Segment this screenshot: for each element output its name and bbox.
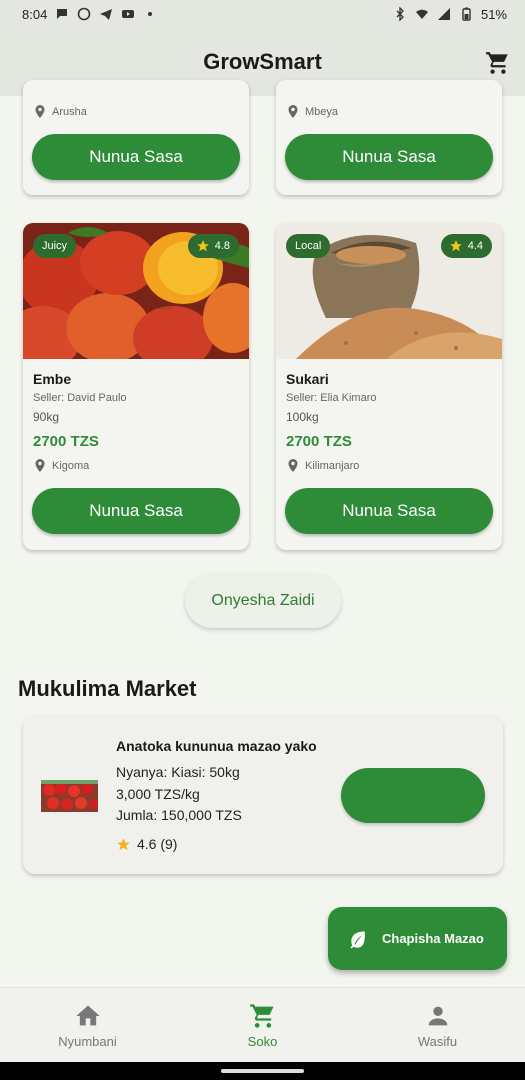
app-title: GrowSmart <box>203 49 322 74</box>
location-label: Kilimanjaro <box>305 459 360 472</box>
buy-now-button[interactable]: Nunua Sasa <box>32 488 240 534</box>
market-action-button[interactable] <box>341 768 485 823</box>
battery-level: 51% <box>480 6 507 22</box>
publish-produce-button[interactable]: Chapisha Mazao <box>328 907 507 970</box>
market-total-line: Jumla: 150,000 TZS <box>116 807 242 823</box>
location-row: Kigoma <box>35 459 89 472</box>
nav-item-soko[interactable]: Soko <box>175 988 350 1063</box>
star-icon <box>196 240 209 252</box>
market-rating-value: 4.6 (9) <box>137 836 178 852</box>
nav-label: Wasifu <box>417 1034 458 1049</box>
product-card-sukari[interactable]: Local 4.4 Sukari Seller: Elia Kimaro 100… <box>276 223 502 550</box>
home-icon <box>75 1005 100 1026</box>
dot-icon <box>148 12 153 16</box>
product-name: Embe <box>33 371 72 387</box>
rating-badge: 4.8 <box>187 234 239 258</box>
buy-now-button[interactable]: Nunua Sasa <box>285 134 493 180</box>
section-title: Mukulima Market <box>18 676 197 701</box>
rating-badge: 4.4 <box>440 234 492 258</box>
nav-label: Soko <box>247 1034 278 1049</box>
market-rating: 4.6 (9) <box>116 836 177 852</box>
cart-icon[interactable] <box>485 50 511 76</box>
product-price: 2700 TZS <box>33 433 99 450</box>
battery-icon <box>462 7 471 21</box>
location-label: Arusha <box>52 105 87 118</box>
location-pin-icon <box>288 459 298 472</box>
status-time: 8:04 <box>22 6 48 22</box>
market-price-line: 3,000 TZS/kg <box>116 786 200 802</box>
gesture-handle[interactable] <box>221 1069 304 1073</box>
location-pin-icon <box>35 105 45 118</box>
bluetooth-icon <box>396 7 404 21</box>
tag-badge: Juicy <box>33 234 77 258</box>
location-row: Kilimanjaro <box>288 459 359 472</box>
location-pin-icon <box>35 459 45 472</box>
status-bar: 8:04 51% <box>0 0 525 28</box>
location-row: Mbeya <box>288 105 338 118</box>
bottom-nav: Nyumbani Soko Wasifu <box>0 987 525 1062</box>
nav-item-wasifu[interactable]: Wasifu <box>350 988 525 1063</box>
product-price: 2700 TZS <box>286 433 352 450</box>
location-row: Arusha <box>35 105 87 118</box>
buy-now-button[interactable]: Nunua Sasa <box>285 488 493 534</box>
tomato-thumbnail <box>41 780 98 812</box>
product-name: Sukari <box>286 371 329 387</box>
fab-label: Chapisha Mazao <box>382 931 484 946</box>
rating-value: 4.8 <box>214 240 230 252</box>
person-icon <box>428 1006 447 1026</box>
product-card-top-right: Mbeya Nunua Sasa <box>276 80 502 195</box>
telegram-icon <box>100 9 113 20</box>
product-seller: Seller: Elia Kimaro <box>286 392 377 404</box>
location-label: Mbeya <box>305 105 339 118</box>
show-more-button[interactable]: Onyesha Zaidi <box>185 573 341 628</box>
nav-label: Nyumbani <box>58 1034 117 1049</box>
market-card[interactable]: Anatoka kununua mazao yako Nyanya: Kiasi… <box>23 716 503 874</box>
signal-icon <box>437 8 450 20</box>
location-label: Kigoma <box>52 459 90 472</box>
product-seller: Seller: David Paulo <box>33 392 127 404</box>
youtube-icon <box>122 10 135 18</box>
whatsapp-icon <box>78 7 91 21</box>
location-pin-icon <box>288 105 298 118</box>
product-quantity: 90kg <box>33 410 60 424</box>
market-card-title: Anatoka kununua mazao yako <box>116 738 317 754</box>
rating-value: 4.4 <box>467 240 483 252</box>
cart-icon <box>249 1004 273 1028</box>
star-icon <box>449 240 462 252</box>
market-item-line: Nyanya: Kiasi: 50kg <box>116 764 240 780</box>
product-quantity: 100kg <box>286 410 319 424</box>
leaf-icon <box>350 931 365 948</box>
wifi-icon <box>415 9 428 19</box>
star-icon <box>117 837 130 850</box>
tag-badge: Local <box>286 234 331 258</box>
nav-item-nyumbani[interactable]: Nyumbani <box>0 988 175 1063</box>
product-card-top-left: Arusha Nunua Sasa <box>23 80 249 195</box>
message-icon <box>57 9 68 19</box>
product-card-embe[interactable]: Juicy 4.8 Embe Seller: David Paulo 90kg … <box>23 223 249 550</box>
buy-now-button[interactable]: Nunua Sasa <box>32 134 240 180</box>
